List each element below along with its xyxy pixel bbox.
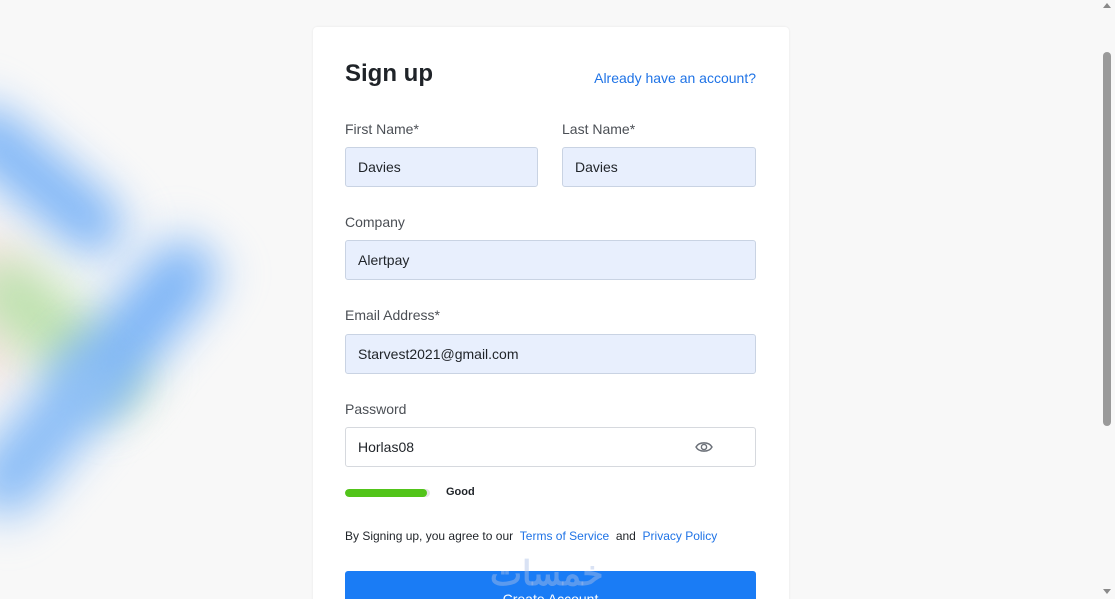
create-account-button[interactable]: Create Account bbox=[345, 571, 756, 599]
password-label: Password bbox=[345, 401, 407, 417]
decorative-arrows-background bbox=[0, 0, 300, 599]
page-title: Sign up bbox=[345, 60, 433, 87]
privacy-policy-link[interactable]: Privacy Policy bbox=[643, 529, 718, 543]
terms-prefix: By Signing up, you agree to our bbox=[345, 529, 514, 543]
last-name-label: Last Name* bbox=[562, 121, 636, 137]
password-strength-bar bbox=[345, 489, 430, 497]
page-scrollbar[interactable] bbox=[1100, 0, 1115, 599]
email-label: Email Address* bbox=[345, 307, 440, 323]
scroll-down-arrow-icon[interactable] bbox=[1103, 589, 1111, 594]
password-strength-fill bbox=[345, 489, 427, 497]
scrollbar-thumb[interactable] bbox=[1103, 52, 1111, 426]
first-name-label: First Name* bbox=[345, 121, 419, 137]
first-name-field[interactable] bbox=[345, 147, 538, 187]
email-field[interactable] bbox=[345, 334, 756, 374]
eye-icon[interactable] bbox=[695, 440, 713, 454]
scroll-up-arrow-icon[interactable] bbox=[1103, 3, 1111, 8]
page: Sign up Already have an account? First N… bbox=[0, 0, 1115, 599]
company-label: Company bbox=[345, 214, 405, 230]
terms-of-service-link[interactable]: Terms of Service bbox=[520, 529, 609, 543]
terms-and: and bbox=[615, 529, 636, 543]
terms-notice: By Signing up, you agree to our Terms of… bbox=[345, 529, 717, 543]
already-have-account-link[interactable]: Already have an account? bbox=[594, 70, 756, 86]
company-field[interactable] bbox=[345, 240, 756, 280]
signup-card: Sign up Already have an account? First N… bbox=[313, 27, 789, 599]
password-strength-label: Good bbox=[446, 486, 475, 498]
last-name-field[interactable] bbox=[562, 147, 756, 187]
